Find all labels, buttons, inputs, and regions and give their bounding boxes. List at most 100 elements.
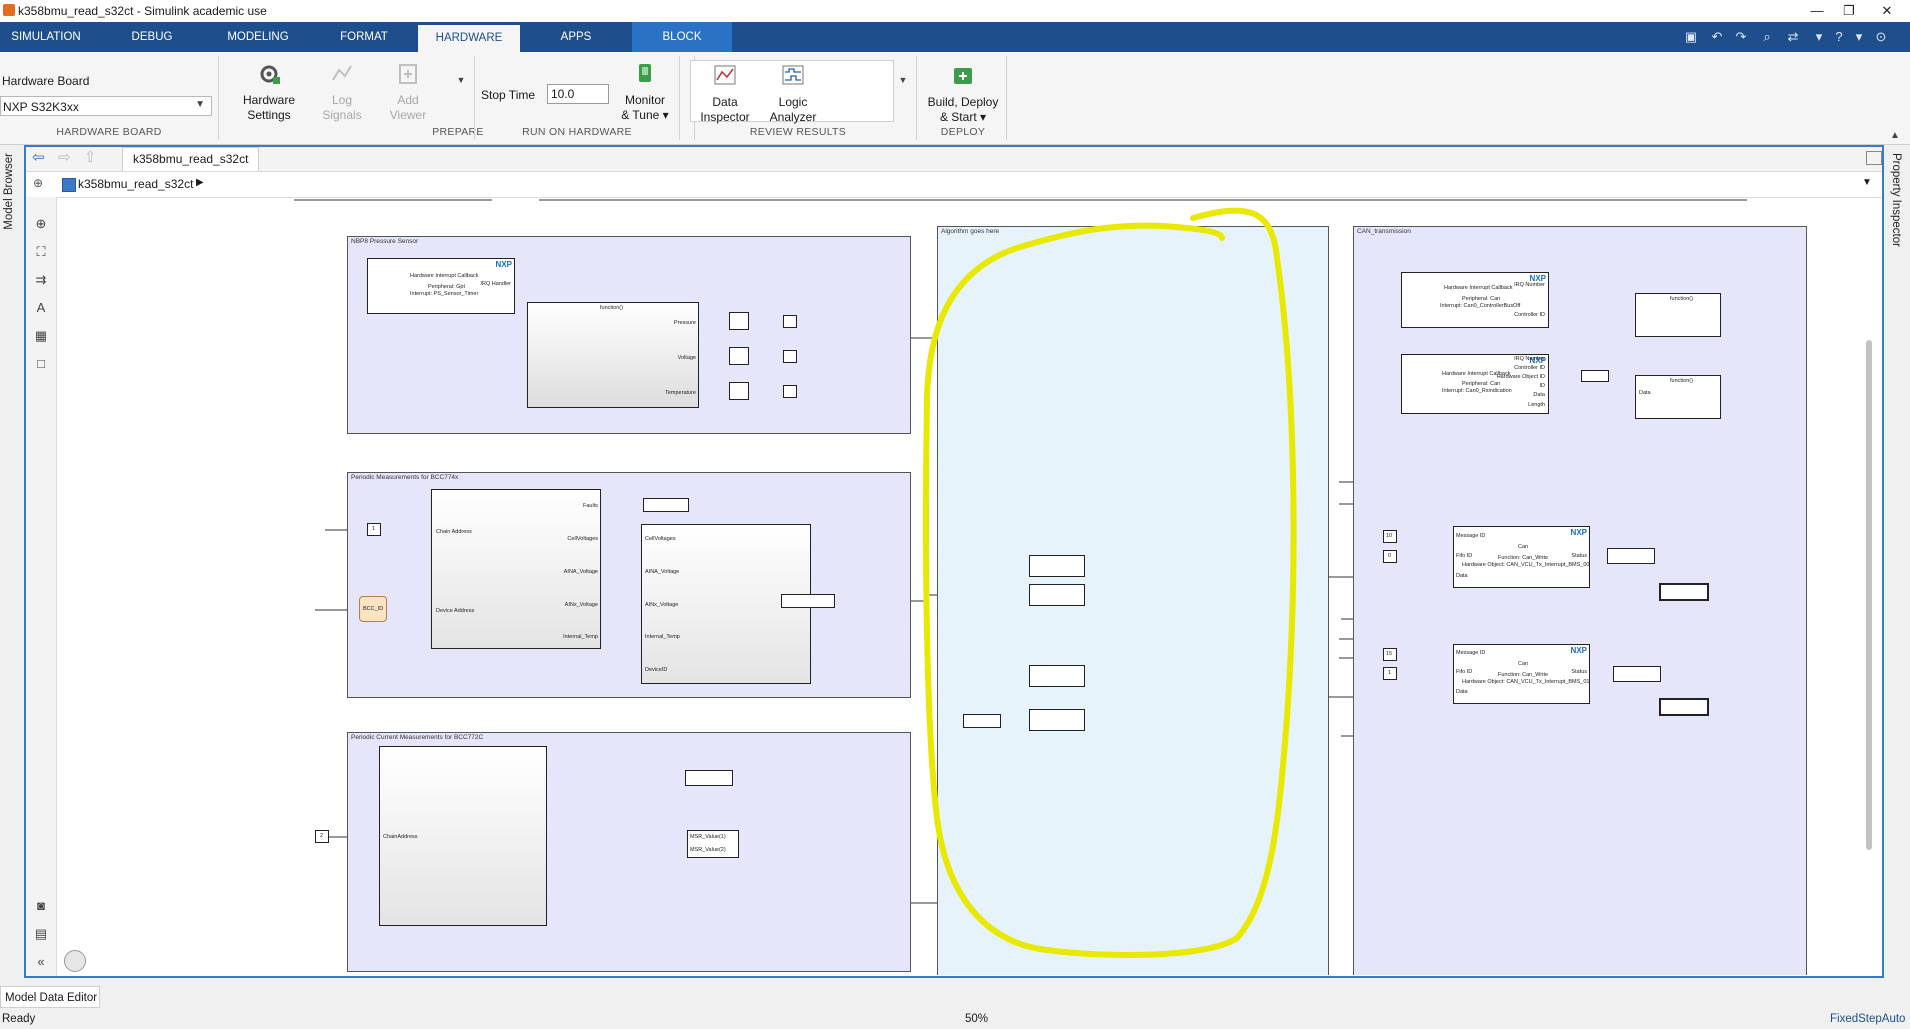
model-tab[interactable]: k358bmu_read_s32ct <box>122 147 260 171</box>
chevron-down-icon: ▼ <box>195 99 205 110</box>
build-deploy-line1: Build, Deploy <box>927 95 999 109</box>
tab-block[interactable]: BLOCK <box>632 22 732 52</box>
help-icon[interactable]: ? <box>1830 28 1848 46</box>
area-icon[interactable]: □ <box>32 355 50 373</box>
save-icon[interactable]: ▣ <box>1682 28 1700 46</box>
monitor-tune-line2: & Tune ▾ <box>621 108 669 122</box>
image-icon[interactable]: ▦ <box>32 327 50 345</box>
redo-icon[interactable]: ↷ <box>1732 28 1750 46</box>
property-inspector-strip: Property Inspector <box>1884 145 1910 978</box>
find-replace-icon[interactable]: ⇄ <box>1784 28 1802 46</box>
tab-modeling[interactable]: MODELING <box>210 22 306 52</box>
section-label: DEPLOY <box>940 126 986 138</box>
canvas-menu-icon[interactable] <box>64 950 86 972</box>
annotation-icon[interactable]: A <box>32 299 50 317</box>
section-review-results: Data Inspector Logic Analyzer ▼ REVIEW R… <box>680 56 917 140</box>
tab-format[interactable]: FORMAT <box>320 22 408 52</box>
window-title: k358bmu_read_s32ct - Simulink academic u… <box>18 4 267 18</box>
editor-nav-bar: ⇦ ⇨ ⇧ k358bmu_read_s32ct <box>26 147 1882 172</box>
model-data-editor-tab[interactable]: Model Data Editor <box>0 986 100 1008</box>
log-signals-line1: Log <box>331 93 353 107</box>
panel-up-icon[interactable]: ▲ <box>1890 130 1902 142</box>
forward-arrow-icon[interactable]: ⇨ <box>58 149 78 167</box>
hardware-settings-line2: Settings <box>247 108 291 122</box>
log-signals-icon <box>332 65 352 81</box>
model-icon <box>62 178 76 192</box>
zoom-level: 50% <box>965 1013 989 1025</box>
up-arrow-icon[interactable]: ⇧ <box>84 149 104 167</box>
logic-analyzer-icon <box>782 65 804 85</box>
data-inspector-button[interactable]: Data Inspector <box>692 64 758 125</box>
status-bar: Ready 50% FixedStepAuto <box>0 1010 1910 1029</box>
data-inspector-line1: Data <box>712 95 738 109</box>
hardware-settings-button[interactable]: Hardware Settings <box>230 62 308 123</box>
hide-explorer-bar-icon[interactable] <box>1866 151 1882 165</box>
stop-time-label: Stop Time <box>481 88 536 102</box>
address-bar: k358bmu_read_s32ct ▶ ▼ <box>56 173 1882 198</box>
collapse-toolstrip-icon[interactable]: ⊙ <box>1872 28 1890 46</box>
arrows-icon[interactable]: ⇉ <box>32 271 50 289</box>
review-results-more-icon[interactable]: ▼ <box>896 60 910 120</box>
screenshot-icon[interactable]: ◙ <box>32 897 50 915</box>
add-viewer-button[interactable]: Add Viewer <box>378 62 438 123</box>
gear-icon <box>260 65 280 84</box>
build-deploy-start-button[interactable]: Build, Deploy & Start ▾ <box>922 64 1004 125</box>
help-dropdown-icon[interactable]: ▾ <box>1850 28 1868 46</box>
prepare-more-icon[interactable]: ▼ <box>454 60 468 112</box>
hardware-board-value: NXP S32K3xx <box>3 100 79 114</box>
status-text: Ready <box>2 1013 36 1025</box>
build-deploy-line2: & Start ▾ <box>939 110 987 124</box>
dropdown-arrow-icon[interactable]: ▾ <box>1810 28 1828 46</box>
yellow-highlight-annotation <box>923 207 1297 958</box>
model-browser-tab[interactable]: Model Browser <box>3 153 15 230</box>
logic-analyzer-line2: Analyzer <box>769 110 817 124</box>
add-viewer-line2: Viewer <box>389 108 427 122</box>
property-inspector-tab[interactable]: Property Inspector <box>1890 153 1902 247</box>
block-palette: ⊕ ⛶ ⇉ A ▦ □ ◙ ▤ « <box>26 197 57 976</box>
tab-debug[interactable]: DEBUG <box>112 22 192 52</box>
tab-simulation[interactable]: SIMULATION <box>0 22 92 52</box>
breadcrumb-arrow-icon[interactable]: ▶ <box>196 177 204 188</box>
build-deploy-icon <box>954 68 972 84</box>
matlab-logo-icon <box>3 4 15 16</box>
log-signals-button[interactable]: Log Signals <box>312 62 372 123</box>
tab-hardware[interactable]: HARDWARE <box>418 25 520 52</box>
undo-icon[interactable]: ↶ <box>1708 28 1726 46</box>
zoom-icon[interactable]: ⊕ <box>32 215 50 233</box>
stop-time-input[interactable]: 10.0 <box>547 84 609 104</box>
close-button[interactable]: ✕ <box>1872 3 1902 19</box>
toolstrip-ribbon: Hardware Board NXP S32K3xx ▼ HARDWARE BO… <box>0 52 1910 145</box>
log-signals-line2: Signals <box>322 108 362 122</box>
section-label: REVIEW RESULTS <box>749 126 847 138</box>
fit-to-view-icon[interactable]: ⛶ <box>32 243 50 261</box>
solver-link[interactable]: FixedStepAuto <box>1830 1013 1905 1025</box>
add-viewer-icon <box>399 64 417 84</box>
address-dropdown-icon[interactable]: ▼ <box>1862 177 1872 188</box>
section-label: RUN ON HARDWARE <box>522 126 632 138</box>
monitor-tune-button[interactable]: Monitor & Tune ▾ <box>615 62 675 123</box>
back-arrow-icon[interactable]: ⇦ <box>32 149 52 167</box>
data-inspector-line2: Inspector <box>700 110 750 124</box>
collapse-palette-icon[interactable]: « <box>32 953 50 971</box>
table-icon[interactable]: ▤ <box>32 925 50 943</box>
logic-analyzer-line1: Logic <box>778 95 808 109</box>
toolstrip-tabs: SIMULATION DEBUG MODELING FORMAT HARDWAR… <box>0 22 1910 52</box>
hardware-board-label: Hardware Board <box>2 74 90 88</box>
hardware-board-select[interactable]: NXP S32K3xx ▼ <box>0 96 212 116</box>
explorer-bar-toggle-icon[interactable]: ⊕ <box>30 176 46 192</box>
section-run-on-hardware: Stop Time 10.0 Monitor & Tune ▾ RUN ON H… <box>474 56 680 140</box>
vertical-scrollbar[interactable] <box>1866 340 1872 850</box>
hardware-settings-line1: Hardware <box>242 93 296 107</box>
search-icon[interactable]: ⌕ <box>1758 28 1776 46</box>
add-viewer-line1: Add <box>397 93 419 107</box>
logic-analyzer-button[interactable]: Logic Analyzer <box>760 64 826 125</box>
tab-apps[interactable]: APPS <box>526 22 626 52</box>
monitor-tune-line1: Monitor <box>624 93 665 107</box>
section-hardware-board: Hardware Board NXP S32K3xx ▼ HARDWARE BO… <box>0 56 219 140</box>
minimize-button[interactable]: — <box>1802 3 1832 18</box>
maximize-button[interactable]: ❐ <box>1834 3 1864 19</box>
breadcrumb[interactable]: k358bmu_read_s32ct <box>78 177 193 191</box>
diagram-canvas[interactable]: NBP8 Pressure Sensor NXP Hardware Interr… <box>57 198 1867 975</box>
model-browser-strip: Model Browser <box>0 145 24 978</box>
data-inspector-icon <box>714 65 736 85</box>
